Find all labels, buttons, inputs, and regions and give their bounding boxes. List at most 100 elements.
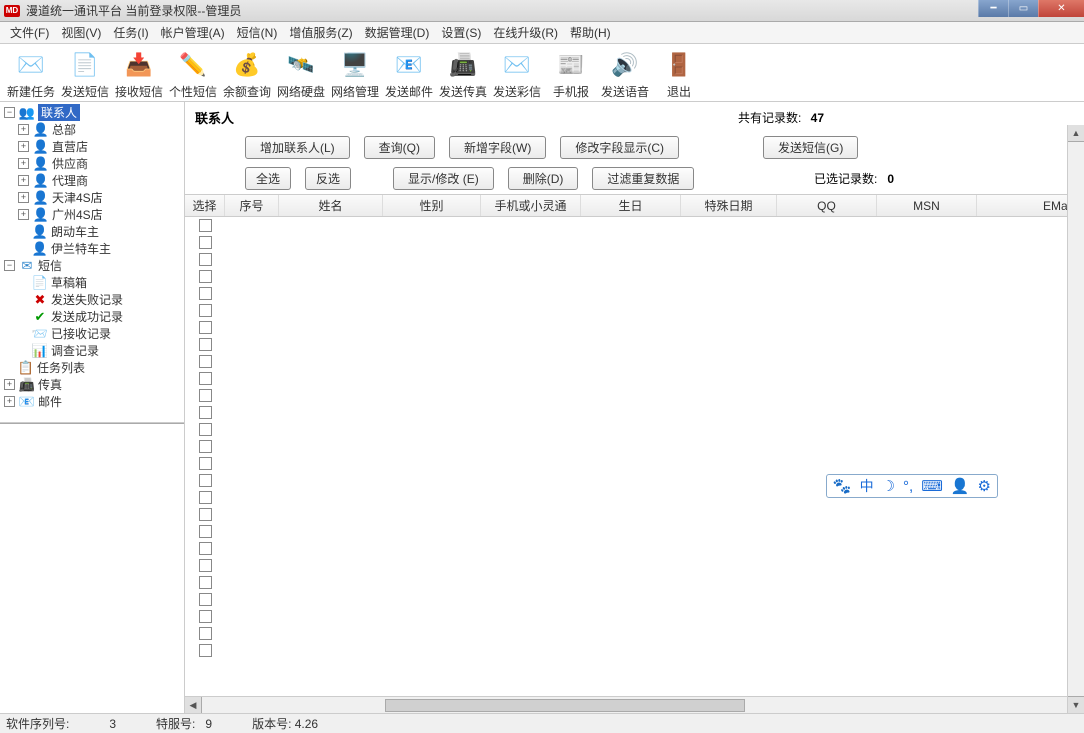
btn-显示/修改 (E)[interactable]: 显示/修改 (E) [393, 167, 494, 190]
row-checkbox[interactable] [199, 304, 212, 317]
tree-item-邮件[interactable]: +📧邮件 [0, 393, 184, 410]
toolbar-发送邮件[interactable]: 📧发送邮件 [382, 49, 436, 100]
tree-item-直营店[interactable]: +👤直营店 [0, 138, 184, 155]
row-checkbox[interactable] [199, 338, 212, 351]
col-special-date[interactable]: 特殊日期 [681, 195, 777, 216]
scroll-down-icon[interactable]: ▼ [1068, 696, 1084, 713]
col-phone[interactable]: 手机或小灵通 [481, 195, 581, 216]
tree-item-伊兰特车主[interactable]: 👤伊兰特车主 [0, 240, 184, 257]
tree-item-发送失败记录[interactable]: ✖发送失败记录 [0, 291, 184, 308]
settings-icon[interactable]: ⚙ [978, 477, 991, 495]
moon-icon[interactable]: ☽ [882, 477, 895, 495]
col-gender[interactable]: 性别 [383, 195, 481, 216]
scroll-left-icon[interactable]: ◀ [185, 697, 202, 713]
table-row[interactable] [185, 608, 1084, 625]
minimize-button[interactable]: ━ [978, 0, 1008, 17]
table-row[interactable] [185, 455, 1084, 472]
table-row[interactable] [185, 319, 1084, 336]
toolbar-新建任务[interactable]: ✉️新建任务 [4, 49, 58, 100]
tree-item-总部[interactable]: +👤总部 [0, 121, 184, 138]
row-checkbox[interactable] [199, 627, 212, 640]
table-row[interactable] [185, 387, 1084, 404]
btn-新增字段(W)[interactable]: 新增字段(W) [449, 136, 546, 159]
row-checkbox[interactable] [199, 321, 212, 334]
table-row[interactable] [185, 217, 1084, 234]
col-msn[interactable]: MSN [877, 195, 977, 216]
tree-pane[interactable]: −👥联系人+👤总部+👤直营店+👤供应商+👤代理商+👤天津4S店+👤广州4S店👤朗… [0, 102, 184, 423]
table-row[interactable] [185, 591, 1084, 608]
menu-item-7[interactable]: 设置(S) [435, 22, 487, 43]
expand-icon[interactable]: + [18, 175, 29, 186]
tree-item-联系人[interactable]: −👥联系人 [0, 104, 184, 121]
scroll-up-icon[interactable]: ▲ [1068, 125, 1084, 142]
table-row[interactable] [185, 438, 1084, 455]
horizontal-scrollbar[interactable]: ◀ ▶ [185, 696, 1084, 713]
table-row[interactable] [185, 574, 1084, 591]
row-checkbox[interactable] [199, 219, 212, 232]
row-checkbox[interactable] [199, 406, 212, 419]
menu-item-0[interactable]: 文件(F) [4, 22, 55, 43]
expand-icon[interactable]: + [18, 124, 29, 135]
tree-item-传真[interactable]: +📠传真 [0, 376, 184, 393]
toolbar-接收短信[interactable]: 📥接收短信 [112, 49, 166, 100]
menu-item-6[interactable]: 数据管理(D) [359, 22, 436, 43]
row-checkbox[interactable] [199, 253, 212, 266]
toolbar-网络硬盘[interactable]: 🛰️网络硬盘 [274, 49, 328, 100]
send-sms-button[interactable]: 发送短信(G) [763, 136, 858, 159]
row-checkbox[interactable] [199, 576, 212, 589]
toolbar-发送彩信[interactable]: ✉️发送彩信 [490, 49, 544, 100]
row-checkbox[interactable] [199, 457, 212, 470]
toolbar-发送语音[interactable]: 🔊发送语音 [598, 49, 652, 100]
tree-item-朗动车主[interactable]: 👤朗动车主 [0, 223, 184, 240]
row-checkbox[interactable] [199, 440, 212, 453]
expand-icon[interactable]: + [4, 379, 15, 390]
scroll-thumb[interactable] [385, 699, 745, 712]
menu-item-1[interactable]: 视图(V) [55, 22, 107, 43]
table-row[interactable] [185, 302, 1084, 319]
toolbar-余额查询[interactable]: 💰余额查询 [220, 49, 274, 100]
row-checkbox[interactable] [199, 525, 212, 538]
tree-item-供应商[interactable]: +👤供应商 [0, 155, 184, 172]
menu-item-5[interactable]: 增值服务(Z) [283, 22, 358, 43]
tree-item-天津4S店[interactable]: +👤天津4S店 [0, 189, 184, 206]
table-row[interactable] [185, 234, 1084, 251]
tree-item-短信[interactable]: −✉短信 [0, 257, 184, 274]
row-checkbox[interactable] [199, 508, 212, 521]
table-row[interactable] [185, 404, 1084, 421]
expand-icon[interactable]: + [18, 141, 29, 152]
expand-icon[interactable]: + [18, 158, 29, 169]
tree-item-调查记录[interactable]: 📊调查记录 [0, 342, 184, 359]
ime-lang-indicator[interactable]: 中 [860, 476, 874, 496]
row-checkbox[interactable] [199, 270, 212, 283]
table-row[interactable] [185, 268, 1084, 285]
row-checkbox[interactable] [199, 593, 212, 606]
row-checkbox[interactable] [199, 355, 212, 368]
keyboard-icon[interactable]: ⌨ [921, 477, 943, 495]
tree-item-代理商[interactable]: +👤代理商 [0, 172, 184, 189]
ime-toolbar[interactable]: 🐾 中 ☽ °, ⌨ 👤 ⚙ [826, 474, 998, 498]
menu-item-4[interactable]: 短信(N) [231, 22, 284, 43]
row-checkbox[interactable] [199, 644, 212, 657]
col-qq[interactable]: QQ [777, 195, 877, 216]
menu-item-3[interactable]: 帐户管理(A) [155, 22, 231, 43]
toolbar-发送短信[interactable]: 📄发送短信 [58, 49, 112, 100]
tree-item-任务列表[interactable]: 📋任务列表 [0, 359, 184, 376]
expand-icon[interactable]: + [4, 396, 15, 407]
row-checkbox[interactable] [199, 287, 212, 300]
row-checkbox[interactable] [199, 474, 212, 487]
toolbar-手机报[interactable]: 📰手机报 [544, 49, 598, 100]
row-checkbox[interactable] [199, 389, 212, 402]
table-row[interactable] [185, 370, 1084, 387]
col-number[interactable]: 序号 [225, 195, 279, 216]
toolbar-网络管理[interactable]: 🖥️网络管理 [328, 49, 382, 100]
btn-查询(Q)[interactable]: 查询(Q) [364, 136, 435, 159]
btn-反选[interactable]: 反选 [305, 167, 351, 190]
tree-item-发送成功记录[interactable]: ✔发送成功记录 [0, 308, 184, 325]
user-icon[interactable]: 👤 [951, 477, 970, 495]
btn-全选[interactable]: 全选 [245, 167, 291, 190]
menu-item-9[interactable]: 帮助(H) [564, 22, 617, 43]
row-checkbox[interactable] [199, 559, 212, 572]
table-row[interactable] [185, 353, 1084, 370]
toolbar-发送传真[interactable]: 📠发送传真 [436, 49, 490, 100]
toolbar-个性短信[interactable]: ✏️个性短信 [166, 49, 220, 100]
